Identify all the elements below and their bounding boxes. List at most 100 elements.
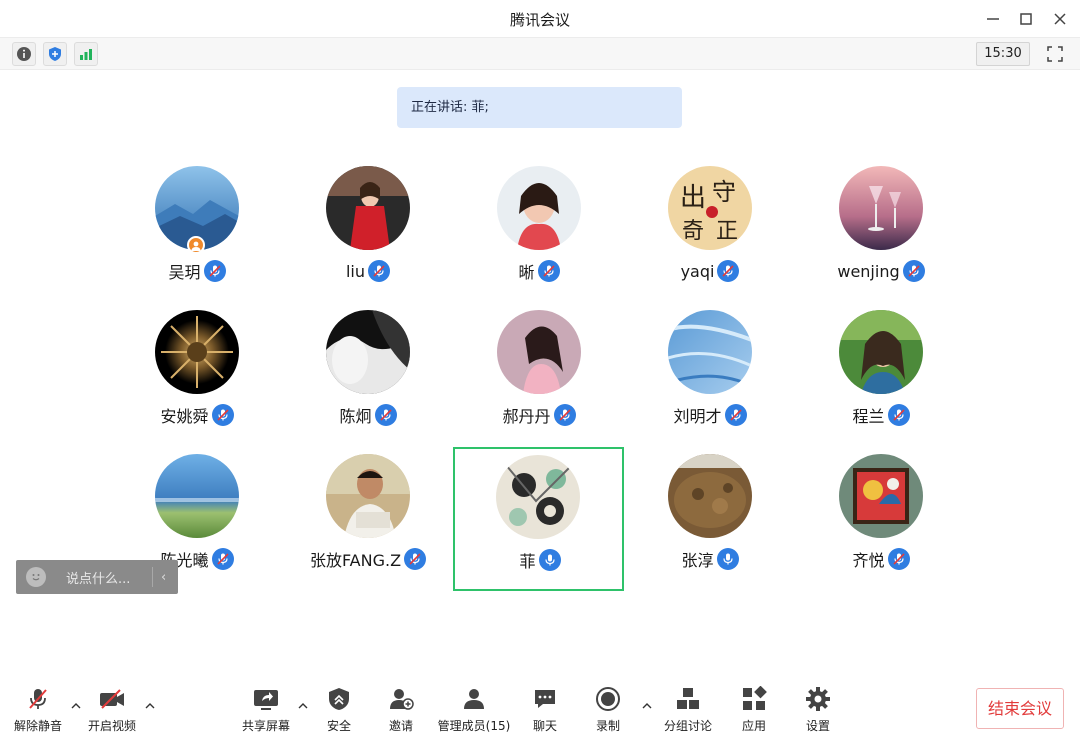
end-meeting-button[interactable]: 结束会议 — [976, 688, 1064, 729]
close-button[interactable] — [1046, 6, 1074, 32]
mic-muted-icon — [23, 684, 53, 714]
maximize-button[interactable] — [1012, 6, 1040, 32]
participant-avatar — [155, 454, 239, 538]
members-icon — [459, 684, 489, 714]
participant-tile[interactable]: 张放FANG.Z — [283, 436, 453, 580]
participant-name: 刘明才 — [673, 407, 722, 426]
start-video-button[interactable]: 开启视频 — [84, 684, 140, 736]
shield-icon[interactable] — [43, 42, 67, 66]
participant-name-row: 菲 — [455, 549, 625, 571]
share-screen-icon — [251, 684, 281, 714]
participant-avatar — [668, 454, 752, 538]
share-screen-button[interactable]: 共享屏幕 — [238, 684, 294, 736]
participant-name: liu — [345, 261, 366, 281]
participant-name: 张放FANG.Z — [309, 551, 402, 570]
emoji-icon[interactable] — [26, 567, 46, 587]
mic-on-icon — [538, 549, 561, 571]
speaking-banner: 正在讲话: 菲; — [397, 87, 682, 128]
security-button[interactable]: 安全 — [316, 684, 362, 736]
svg-text:出: 出 — [680, 183, 706, 213]
mic-muted-icon — [211, 548, 234, 570]
security-shield-icon — [324, 684, 354, 714]
participant-name-row: 吴玥 — [112, 260, 282, 282]
participant-name: 齐悦 — [852, 551, 885, 570]
participant-name: yaqi — [680, 261, 715, 281]
gear-icon — [803, 684, 833, 714]
info-icon[interactable] — [12, 42, 36, 66]
mic-muted-icon — [724, 404, 747, 426]
participant-tile[interactable]: 程兰 — [796, 292, 966, 436]
add-person-icon — [386, 684, 416, 714]
participant-avatar — [326, 310, 410, 394]
participant-name-row: 张放FANG.Z — [283, 548, 453, 570]
signal-icon[interactable] — [74, 42, 98, 66]
participant-name-row: 晰 — [454, 260, 624, 282]
chat-quick-input[interactable]: 说点什么... ‹ — [16, 560, 178, 594]
participant-avatar — [155, 310, 239, 394]
mic-muted-icon — [887, 548, 910, 570]
mic-muted-icon — [902, 260, 925, 282]
participant-avatar — [497, 310, 581, 394]
chat-divider — [152, 567, 153, 587]
video-options-caret[interactable] — [143, 698, 157, 712]
participant-tile[interactable]: wenjing — [796, 148, 966, 292]
fullscreen-icon[interactable] — [1043, 42, 1067, 66]
unmute-button[interactable]: 解除静音 — [10, 684, 66, 736]
participant-tile[interactable]: 张淳 — [625, 436, 795, 580]
participant-tile[interactable]: liu — [283, 148, 453, 292]
participant-tile[interactable]: 吴玥 — [112, 148, 282, 292]
mic-muted-icon — [374, 404, 397, 426]
participant-avatar — [326, 166, 410, 250]
participant-tile[interactable]: 菲 — [453, 447, 624, 591]
manage-members-button[interactable]: 管理成员(15) — [434, 684, 514, 736]
participant-name: 吴玥 — [168, 263, 201, 282]
participant-name-row: 程兰 — [796, 404, 966, 426]
chat-button[interactable]: 聊天 — [522, 684, 568, 736]
participant-tile[interactable]: 齐悦 — [796, 436, 966, 580]
participant-name: wenjing — [837, 261, 900, 281]
participant-name-row: 张淳 — [625, 548, 795, 570]
window-title: 腾讯会议 — [509, 11, 570, 29]
participant-avatar — [668, 310, 752, 394]
breakout-icon — [673, 684, 703, 714]
breakout-rooms-button[interactable]: 分组讨论 — [658, 684, 718, 736]
participant-tile[interactable]: 郝丹丹 — [454, 292, 624, 436]
mic-muted-icon — [537, 260, 560, 282]
participant-tile[interactable]: 安姚舜 — [112, 292, 282, 436]
camera-off-icon — [97, 684, 127, 714]
participant-tile[interactable]: 刘明才 — [625, 292, 795, 436]
minimize-button[interactable] — [979, 6, 1007, 32]
mic-muted-icon — [553, 404, 576, 426]
participant-name: 安姚舜 — [160, 407, 209, 426]
participant-avatar — [326, 454, 410, 538]
mic-muted-icon — [211, 404, 234, 426]
participant-name-row: yaqi — [625, 260, 795, 282]
participant-tile[interactable]: 晰 — [454, 148, 624, 292]
record-options-caret[interactable] — [640, 698, 654, 712]
apps-button[interactable]: 应用 — [731, 684, 777, 736]
mic-muted-icon — [203, 260, 226, 282]
participant-tile[interactable]: 陈炯 — [283, 292, 453, 436]
share-options-caret[interactable] — [296, 698, 310, 712]
participant-name: 菲 — [519, 552, 536, 571]
participant-avatar — [497, 166, 581, 250]
settings-button[interactable]: 设置 — [795, 684, 841, 736]
participant-tile[interactable]: 陈光曦 — [112, 436, 282, 580]
mic-muted-icon — [404, 548, 427, 570]
record-button[interactable]: 录制 — [585, 684, 631, 736]
participant-name-row: 陈炯 — [283, 404, 453, 426]
collapse-chat-icon[interactable]: ‹ — [161, 570, 166, 585]
record-icon — [593, 684, 623, 714]
audio-options-caret[interactable] — [69, 698, 83, 712]
participant-name: 张淳 — [681, 551, 714, 570]
participant-avatar: 出守奇正 — [668, 166, 752, 250]
participant-name-row: liu — [283, 260, 453, 282]
participant-tile[interactable]: 出守奇正 yaqi — [625, 148, 795, 292]
participant-avatar — [496, 455, 580, 539]
participant-name: 晰 — [518, 263, 535, 282]
participant-name-row: 刘明才 — [625, 404, 795, 426]
invite-button[interactable]: 邀请 — [378, 684, 424, 736]
svg-text:正: 正 — [716, 219, 738, 244]
participant-name-row: 安姚舜 — [112, 404, 282, 426]
meeting-toolbar: 解除静音 开启视频 共享屏幕 安全 邀请 管理成员(15) 聊天 录制 分组讨论… — [0, 676, 1080, 740]
